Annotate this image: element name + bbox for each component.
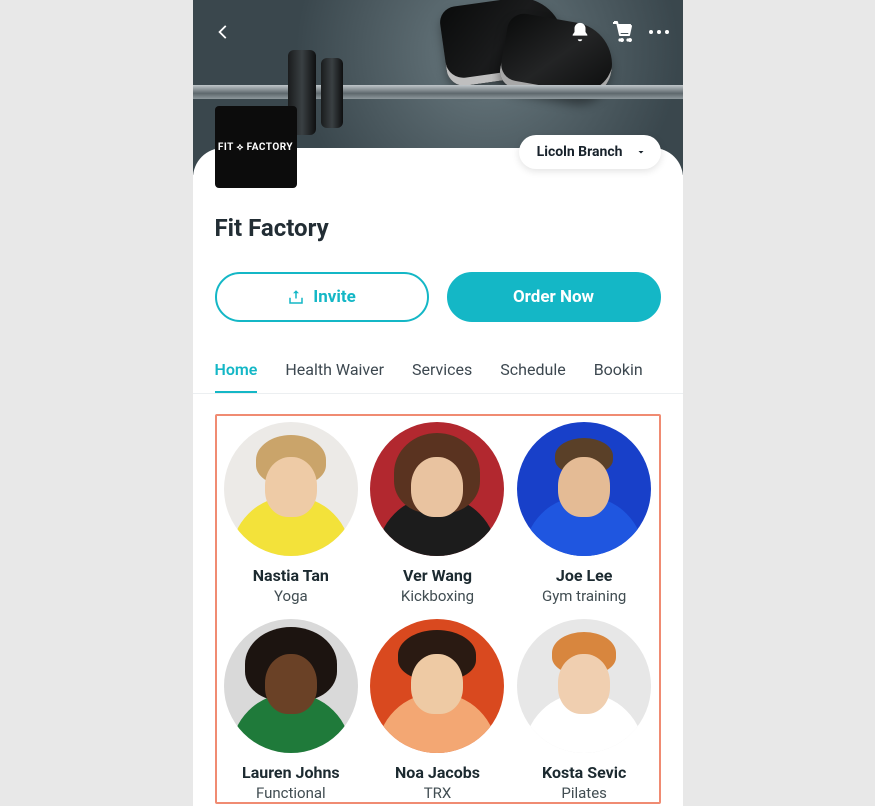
share-icon [287, 288, 305, 306]
avatar [517, 422, 651, 556]
chevron-down-icon [635, 146, 647, 158]
back-button[interactable] [207, 17, 237, 47]
tab-schedule[interactable]: Schedule [500, 352, 565, 393]
order-now-button[interactable]: Order Now [447, 272, 661, 322]
business-name: Fit Factory [215, 214, 661, 242]
notifications-button[interactable] [563, 15, 597, 49]
cart-button[interactable] [605, 15, 639, 49]
hero-decor-plate [321, 58, 343, 128]
dots-icon [649, 30, 653, 34]
avatar [370, 422, 504, 556]
staff-card[interactable]: Kosta Sevic Pilates [516, 619, 653, 802]
tab-label: Schedule [500, 360, 565, 379]
staff-role: Pilates [561, 784, 607, 802]
staff-card[interactable]: Lauren Johns Functional [223, 619, 360, 802]
business-logo: FIT ⟡ FACTORY [215, 106, 297, 188]
tab-label: Home [215, 360, 258, 379]
staff-card[interactable]: Ver Wang Kickboxing [369, 422, 506, 605]
tab-services[interactable]: Services [412, 352, 472, 393]
business-logo-text: FIT ⟡ FACTORY [218, 142, 293, 153]
tab-label: Health Waiver [285, 360, 384, 379]
staff-section: Nastia Tan Yoga Ver Wang Kickboxing Joe … [215, 414, 661, 804]
app-screen: FIT ⟡ FACTORY Licoln Branch Fit Factory … [193, 0, 683, 806]
staff-name: Ver Wang [403, 566, 472, 585]
avatar [370, 619, 504, 753]
dots-icon [665, 30, 669, 34]
staff-name: Nastia Tan [253, 566, 329, 585]
tab-home[interactable]: Home [215, 352, 258, 393]
branch-selector[interactable]: Licoln Branch [519, 135, 661, 169]
more-menu-button[interactable] [649, 30, 669, 34]
staff-role: Kickboxing [401, 587, 474, 605]
tab-bookings[interactable]: Bookin [594, 352, 643, 393]
avatar [224, 619, 358, 753]
cart-icon [610, 20, 634, 44]
avatar [517, 619, 651, 753]
staff-name: Kosta Sevic [542, 763, 626, 782]
content-sheet: FIT ⟡ FACTORY Licoln Branch Fit Factory … [193, 148, 683, 806]
tabs: Home Health Waiver Services Schedule Boo… [193, 352, 683, 394]
staff-name: Lauren Johns [242, 763, 340, 782]
top-bar [193, 10, 683, 54]
tab-label: Bookin [594, 360, 643, 379]
staff-card[interactable]: Noa Jacobs TRX [369, 619, 506, 802]
staff-card[interactable]: Nastia Tan Yoga [223, 422, 360, 605]
invite-button[interactable]: Invite [215, 272, 429, 322]
staff-role: TRX [424, 784, 452, 802]
staff-name: Noa Jacobs [395, 763, 480, 782]
staff-role: Functional [256, 784, 326, 802]
staff-role: Gym training [542, 587, 626, 605]
avatar [224, 422, 358, 556]
dots-icon [657, 30, 661, 34]
chevron-left-icon [211, 21, 233, 43]
hero-decor-barbell [193, 85, 683, 99]
action-row: Invite Order Now [215, 272, 661, 322]
staff-card[interactable]: Joe Lee Gym training [516, 422, 653, 605]
staff-name: Joe Lee [556, 566, 613, 585]
staff-grid: Nastia Tan Yoga Ver Wang Kickboxing Joe … [223, 422, 653, 802]
invite-label: Invite [313, 287, 356, 307]
branch-label: Licoln Branch [537, 144, 623, 160]
staff-role: Yoga [274, 587, 308, 605]
tab-health-waiver[interactable]: Health Waiver [285, 352, 384, 393]
tab-label: Services [412, 360, 472, 379]
order-now-label: Order Now [513, 287, 594, 307]
bell-icon [569, 21, 591, 43]
